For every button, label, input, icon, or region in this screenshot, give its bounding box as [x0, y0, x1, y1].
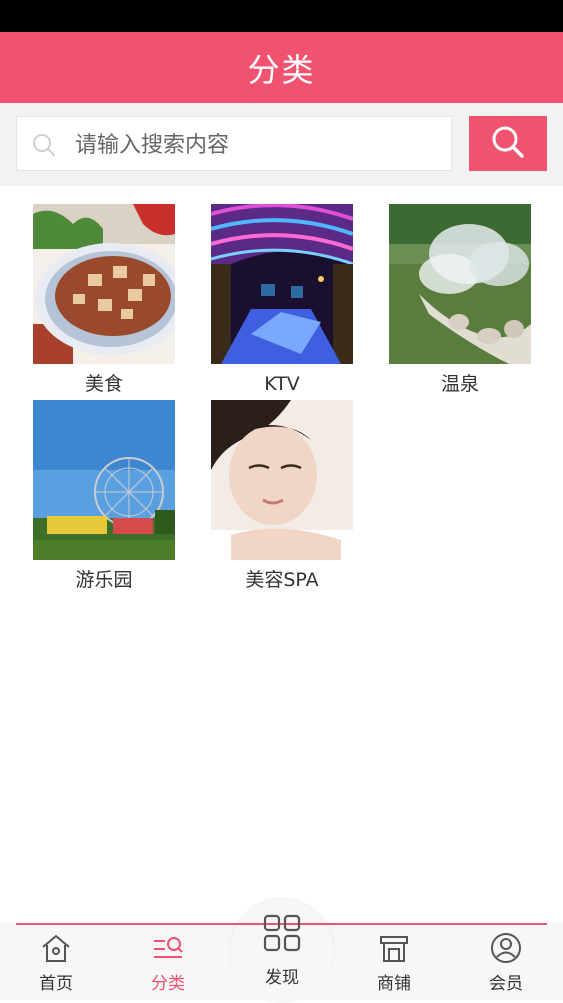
search-field[interactable] — [16, 116, 452, 171]
category-item-hotspring[interactable]: 温泉 — [389, 204, 531, 396]
user-icon — [466, 931, 546, 965]
search-bar — [0, 103, 563, 186]
ktv-image — [211, 204, 353, 364]
tab-label: 首页 — [39, 974, 73, 994]
tab-discover[interactable]: 发现 — [242, 913, 322, 999]
category-label: 温泉 — [440, 373, 479, 395]
category-label: 美食 — [84, 373, 123, 395]
amusement-park-image — [33, 400, 175, 560]
page-header: 分类 — [0, 32, 563, 103]
home-icon — [16, 931, 96, 965]
tab-member[interactable]: 会员 — [466, 931, 546, 997]
food-image — [33, 204, 175, 364]
search-icon — [488, 122, 528, 166]
category-item-food[interactable]: 美食 — [33, 204, 175, 396]
bottom-tab-bar: 首页 分类 发现 商铺 会员 — [0, 899, 563, 1003]
category-item-ktv[interactable]: KTV — [211, 204, 353, 396]
tab-category[interactable]: 分类 — [128, 931, 208, 997]
category-item-beauty-spa[interactable]: 美容SPA — [211, 400, 353, 592]
tab-label: 发现 — [265, 968, 299, 988]
hotspring-image — [389, 204, 531, 364]
beauty-spa-image — [211, 400, 353, 560]
shop-icon — [354, 931, 434, 965]
search-input[interactable] — [73, 125, 447, 165]
grid-icon — [242, 913, 322, 953]
category-label: 游乐园 — [75, 569, 133, 591]
category-icon — [128, 931, 208, 965]
tab-label: 会员 — [489, 974, 523, 994]
tab-label: 分类 — [151, 974, 185, 994]
tab-shop[interactable]: 商铺 — [354, 931, 434, 997]
page-title: 分类 — [247, 50, 316, 89]
category-item-amusement-park[interactable]: 游乐园 — [33, 400, 175, 592]
category-label: 美容SPA — [245, 569, 319, 591]
search-icon — [31, 132, 57, 162]
search-button[interactable] — [469, 116, 547, 171]
tab-home[interactable]: 首页 — [16, 931, 96, 997]
category-label: KTV — [264, 373, 300, 395]
tab-label: 商铺 — [377, 974, 411, 994]
status-bar — [0, 0, 563, 32]
